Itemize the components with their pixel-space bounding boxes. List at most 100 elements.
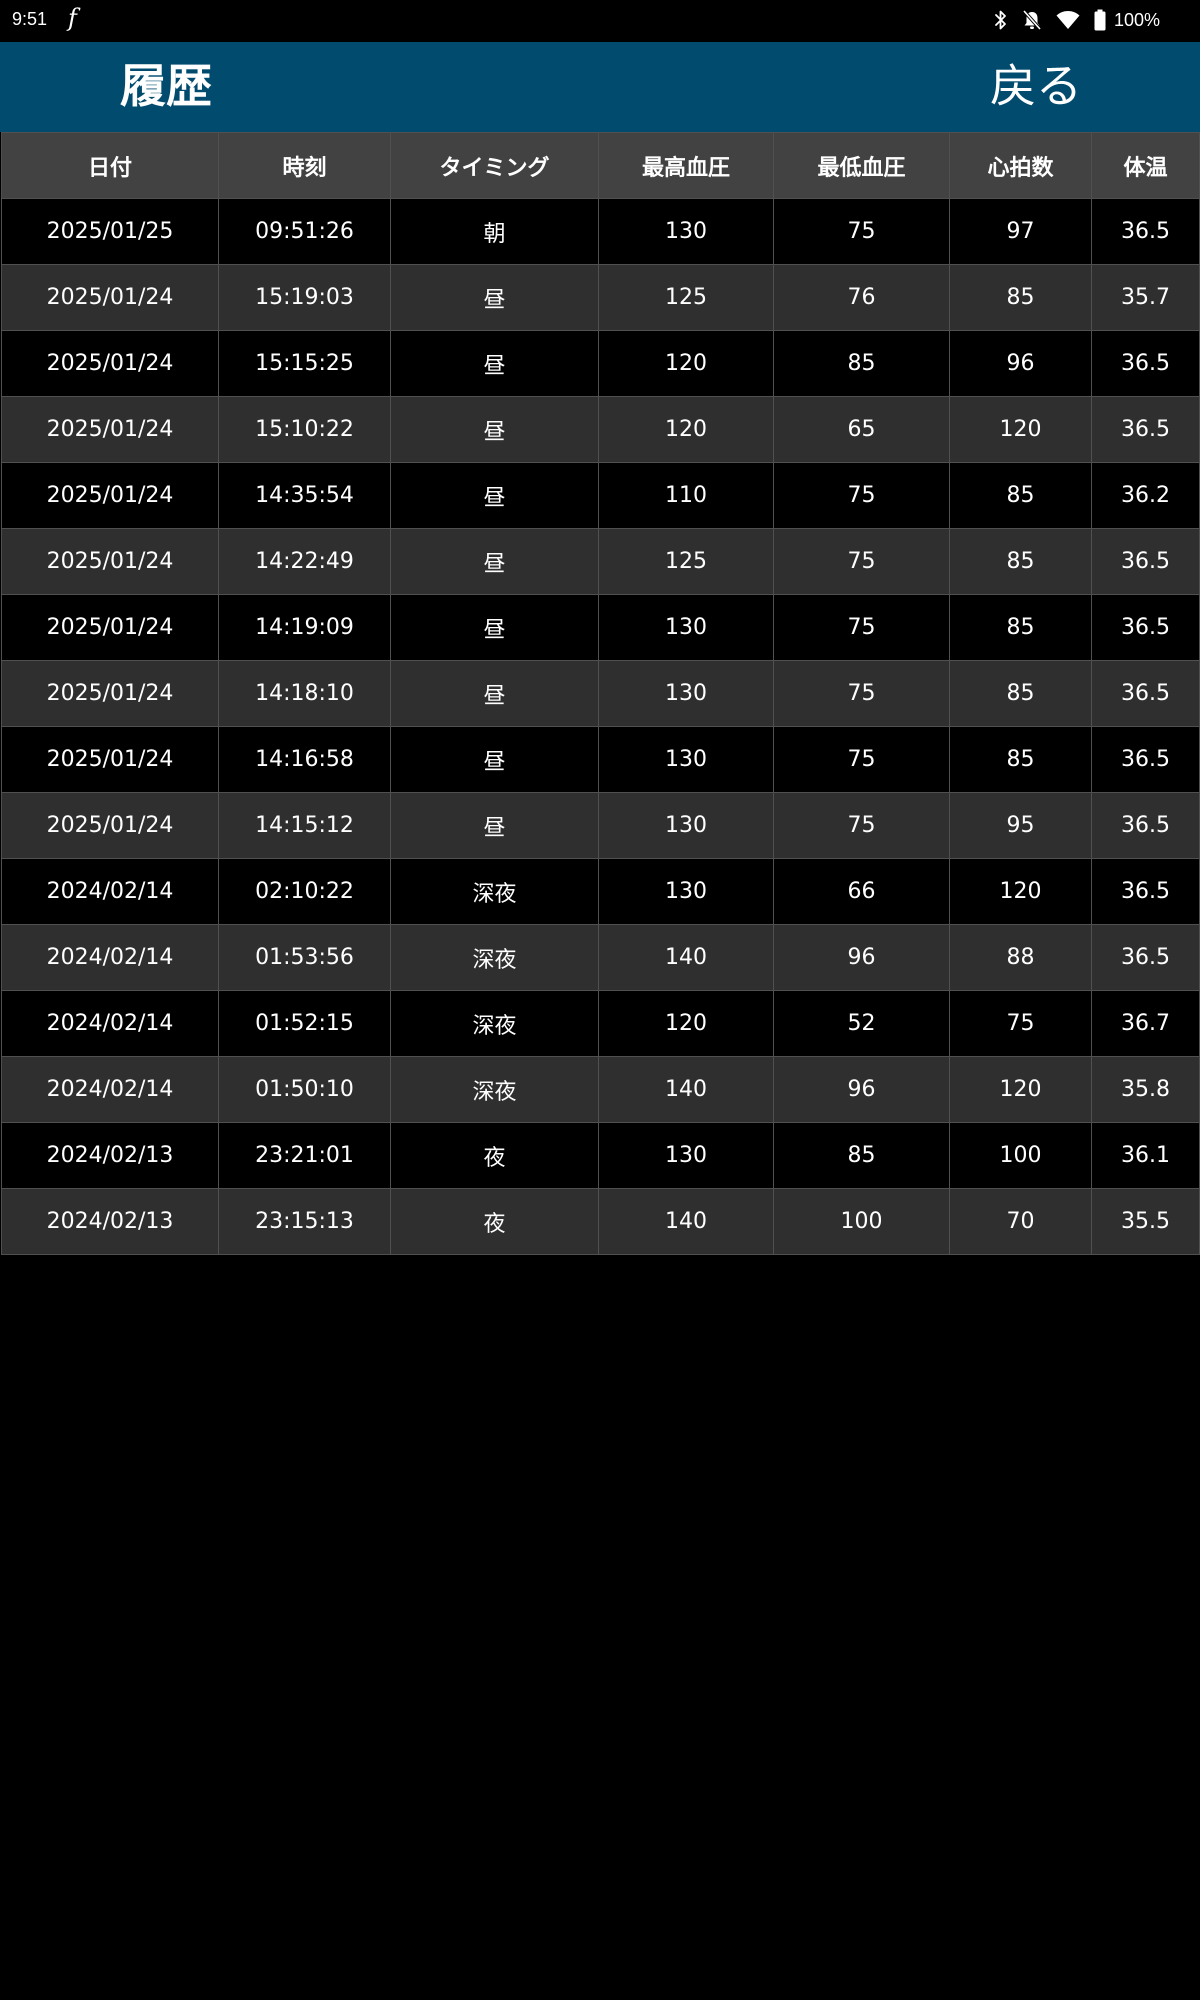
wifi-icon	[1056, 10, 1080, 30]
battery-percentage: 100%	[1113, 9, 1160, 30]
diastolic-cell: 75	[773, 660, 950, 727]
diastolic-cell: 65	[773, 396, 950, 463]
diastolic-cell: 76	[773, 264, 950, 331]
table-row[interactable]: 2024/02/14 01:52:15 深夜 120 52 75 36.7	[1, 990, 1200, 1057]
timing-cell: 昼	[390, 726, 599, 793]
diastolic-cell: 85	[773, 330, 950, 397]
temperature-cell: 36.5	[1091, 594, 1200, 661]
time-cell: 09:51:26	[218, 198, 391, 265]
temperature-cell: 35.8	[1091, 1056, 1200, 1123]
systolic-cell: 140	[598, 924, 774, 991]
temperature-cell: 36.1	[1091, 1122, 1200, 1189]
table-row[interactable]: 2024/02/14 01:53:56 深夜 140 96 88 36.5	[1, 924, 1200, 991]
temperature-cell: 36.5	[1091, 924, 1200, 991]
temperature-cell: 36.5	[1091, 396, 1200, 463]
time-cell: 15:15:25	[218, 330, 391, 397]
date-cell: 2025/01/24	[1, 528, 219, 595]
systolic-cell: 120	[598, 330, 774, 397]
column-header-diastolic[interactable]: 最低血圧	[773, 132, 950, 199]
time-cell: 23:15:13	[218, 1188, 391, 1255]
heart-rate-cell: 97	[949, 198, 1092, 265]
temperature-cell: 36.7	[1091, 990, 1200, 1057]
date-cell: 2024/02/13	[1, 1122, 219, 1189]
systolic-cell: 125	[598, 264, 774, 331]
table-row[interactable]: 2025/01/24 15:10:22 昼 120 65 120 36.5	[1, 396, 1200, 463]
time-cell: 02:10:22	[218, 858, 391, 925]
time-cell: 01:53:56	[218, 924, 391, 991]
systolic-cell: 120	[598, 990, 774, 1057]
heart-rate-cell: 120	[949, 396, 1092, 463]
table-row[interactable]: 2025/01/25 09:51:26 朝 130 75 97 36.5	[1, 198, 1200, 265]
table-row[interactable]: 2025/01/24 14:19:09 昼 130 75 85 36.5	[1, 594, 1200, 661]
time-cell: 15:10:22	[218, 396, 391, 463]
systolic-cell: 130	[598, 792, 774, 859]
time-cell: 01:50:10	[218, 1056, 391, 1123]
column-header-date[interactable]: 日付	[1, 132, 219, 199]
table-row[interactable]: 2025/01/24 14:15:12 昼 130 75 95 36.5	[1, 792, 1200, 859]
date-cell: 2025/01/24	[1, 264, 219, 331]
heart-rate-cell: 75	[949, 990, 1092, 1057]
status-bar: 9:51 f 100%	[0, 0, 1200, 42]
temperature-cell: 36.5	[1091, 528, 1200, 595]
heart-rate-cell: 85	[949, 264, 1092, 331]
back-button[interactable]: 戻る	[990, 56, 1082, 116]
time-cell: 14:16:58	[218, 726, 391, 793]
bluetooth-icon	[994, 9, 1008, 31]
timing-cell: 夜	[390, 1188, 599, 1255]
temperature-cell: 35.7	[1091, 264, 1200, 331]
heart-rate-cell: 120	[949, 858, 1092, 925]
date-cell: 2025/01/24	[1, 726, 219, 793]
column-header-time[interactable]: 時刻	[218, 132, 391, 199]
timing-cell: 昼	[390, 462, 599, 529]
table-row[interactable]: 2024/02/13 23:15:13 夜 140 100 70 35.5	[1, 1188, 1200, 1255]
table-row[interactable]: 2025/01/24 15:15:25 昼 120 85 96 36.5	[1, 330, 1200, 397]
table-row[interactable]: 2024/02/14 02:10:22 深夜 130 66 120 36.5	[1, 858, 1200, 925]
systolic-cell: 130	[598, 660, 774, 727]
diastolic-cell: 75	[773, 198, 950, 265]
app-header: 履歴 戻る	[0, 42, 1200, 132]
diastolic-cell: 75	[773, 462, 950, 529]
systolic-cell: 130	[598, 198, 774, 265]
heart-rate-cell: 120	[949, 1056, 1092, 1123]
systolic-cell: 130	[598, 1122, 774, 1189]
time-cell: 14:22:49	[218, 528, 391, 595]
column-header-timing[interactable]: タイミング	[390, 132, 599, 199]
status-icons: 100%	[994, 6, 1160, 34]
table-row[interactable]: 2025/01/24 14:35:54 昼 110 75 85 36.2	[1, 462, 1200, 529]
timing-cell: 昼	[390, 330, 599, 397]
app-notification-icon: f	[68, 4, 77, 32]
table-row[interactable]: 2025/01/24 14:18:10 昼 130 75 85 36.5	[1, 660, 1200, 727]
timing-cell: 昼	[390, 594, 599, 661]
date-cell: 2025/01/24	[1, 330, 219, 397]
column-header-systolic[interactable]: 最高血圧	[598, 132, 774, 199]
diastolic-cell: 75	[773, 726, 950, 793]
table-row[interactable]: 2024/02/14 01:50:10 深夜 140 96 120 35.8	[1, 1056, 1200, 1123]
history-table: 日付 時刻 タイミング 最高血圧 最低血圧 心拍数 体温 2025/01/25 0…	[1, 132, 1200, 1255]
table-row[interactable]: 2024/02/13 23:21:01 夜 130 85 100 36.1	[1, 1122, 1200, 1189]
column-header-temperature[interactable]: 体温	[1091, 132, 1200, 199]
timing-cell: 昼	[390, 528, 599, 595]
diastolic-cell: 85	[773, 1122, 950, 1189]
timing-cell: 昼	[390, 660, 599, 727]
temperature-cell: 36.5	[1091, 198, 1200, 265]
temperature-cell: 36.5	[1091, 330, 1200, 397]
table-row[interactable]: 2025/01/24 15:19:03 昼 125 76 85 35.7	[1, 264, 1200, 331]
date-cell: 2025/01/25	[1, 198, 219, 265]
heart-rate-cell: 100	[949, 1122, 1092, 1189]
bell-off-icon	[1022, 9, 1042, 31]
table-row[interactable]: 2025/01/24 14:16:58 昼 130 75 85 36.5	[1, 726, 1200, 793]
temperature-cell: 36.2	[1091, 462, 1200, 529]
date-cell: 2024/02/14	[1, 924, 219, 991]
page-title: 履歴	[120, 59, 212, 113]
date-cell: 2024/02/14	[1, 1056, 219, 1123]
temperature-cell: 36.5	[1091, 660, 1200, 727]
column-header-heart-rate[interactable]: 心拍数	[949, 132, 1092, 199]
diastolic-cell: 96	[773, 1056, 950, 1123]
table-row[interactable]: 2025/01/24 14:22:49 昼 125 75 85 36.5	[1, 528, 1200, 595]
heart-rate-cell: 85	[949, 594, 1092, 661]
systolic-cell: 125	[598, 528, 774, 595]
timing-cell: 昼	[390, 396, 599, 463]
timing-cell: 深夜	[390, 924, 599, 991]
diastolic-cell: 52	[773, 990, 950, 1057]
time-cell: 14:35:54	[218, 462, 391, 529]
